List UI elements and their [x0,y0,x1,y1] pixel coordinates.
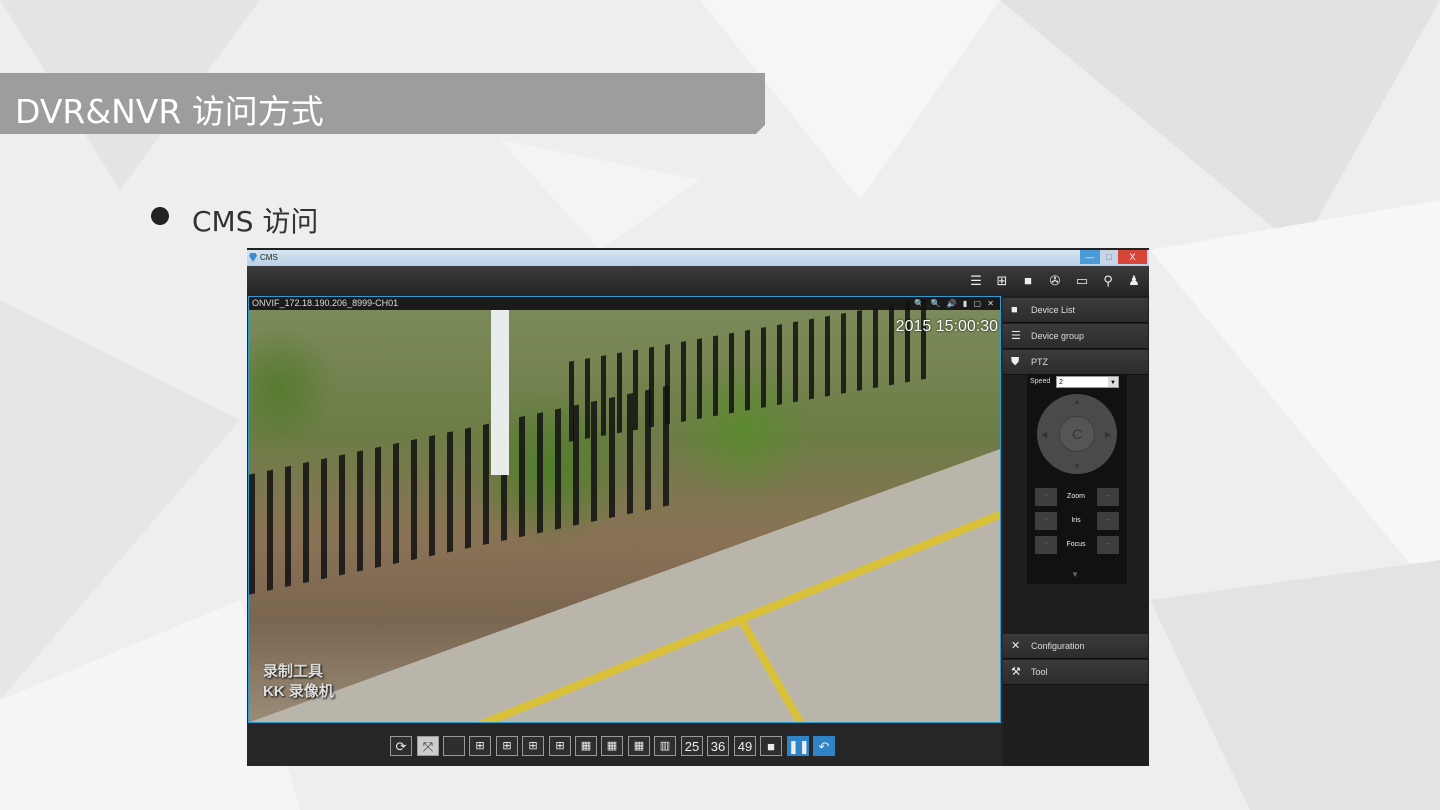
layout-16-icon[interactable]: ▦ [628,736,650,756]
panel-label: Device List [1031,305,1076,315]
shield-icon: ⛊ [1011,356,1020,368]
ptz-controls: Speed 2 ▼ ▲ ▼ ◀ ▶ C + Zoom − + Iris − + Focus −… [1027,374,1127,584]
pause-icon[interactable]: ❚❚ [787,736,810,756]
watermark-line: 录制工具 [263,663,324,680]
wrench-icon: ⚒ [1011,666,1021,678]
layout-4-icon[interactable]: ⊞ [469,736,491,756]
panel-item-ptz[interactable]: ⛊ PTZ [1003,350,1148,375]
zoom-out-button[interactable]: − [1097,488,1119,506]
channel-name: ONVIF_172.18.190.206_8999-CH01 [252,298,399,308]
slide-title: DVR&NVR 访问方式 [15,92,324,131]
camera-feed: 2015 15:00:30 录制工具 KK 录像机 [249,298,1000,722]
focus-far-button[interactable]: − [1097,536,1119,554]
main-toolbar: ☰ ⊞ ■ ✇ ▭ ⚲ ♟ [247,266,1149,296]
maximize-button[interactable]: □ [1100,250,1118,264]
tools-icon: ✕ [1011,640,1021,652]
watermark-line: KK 录像机 [263,683,334,700]
fence [569,298,929,442]
watermark: 录制工具 KK 录像机 [263,662,334,702]
zoom-label: Zoom [1067,493,1085,500]
layout-36-button[interactable]: 36 [707,736,729,756]
camera-icon[interactable]: ■ [1021,274,1035,288]
ptz-direction-pad[interactable]: ▲ ▼ ◀ ▶ C [1037,394,1117,474]
ptz-center-button[interactable]: C [1059,416,1095,452]
focus-label: Focus [1066,541,1086,548]
layout-8-icon[interactable]: ⊞ [522,736,544,756]
layout-toolbar: ⟳ ⤧ ⊞ ⊞ ⊞ ⊞ ▦ ▦ ▦ ▥ 25 36 49 ■ ❚❚ ↶ [247,723,1003,766]
close-button[interactable]: X [1118,250,1147,264]
chevron-down-icon: ▼ [1108,377,1118,387]
video-view[interactable]: ONVIF_172.18.190.206_8999-CH01 🔍 🔍 🔊 ▮ ▢ … [248,296,1001,723]
panel-label: Tool [1031,667,1048,677]
panel-item-device-list[interactable]: ■ Device List [1003,298,1148,323]
layout-25-button[interactable]: 25 [681,736,703,756]
record-camera-icon[interactable]: ■ [760,736,782,756]
layout-9-icon[interactable]: ▦ [575,736,597,756]
panel-label: Configuration [1031,641,1085,651]
panel-item-configuration[interactable]: ✕ Configuration [1003,634,1148,659]
iris-open-button[interactable]: + [1035,512,1057,530]
speed-label: Speed [1030,378,1051,385]
focus-near-button[interactable]: + [1035,536,1057,554]
list-icon[interactable]: ☰ [969,274,983,288]
bullet-text: CMS 访问 [192,205,319,238]
alarm-icon[interactable]: ♟ [1127,274,1141,288]
iris-close-button[interactable]: − [1097,512,1119,530]
layout-20-icon[interactable]: ▥ [654,736,676,756]
panel-item-tool[interactable]: ⚒ Tool [1003,660,1148,685]
layout-1-icon[interactable] [443,736,465,756]
layout-10-icon[interactable]: ⊞ [549,736,571,756]
speed-select[interactable]: 2 ▼ [1056,376,1119,388]
arrow-right-icon[interactable]: ▶ [1105,430,1111,439]
window-titlebar: CMS — □ X [247,248,1149,266]
monitor-icon[interactable]: ▭ [1075,274,1089,288]
cycle-icon[interactable]: ⟳ [390,736,412,756]
layout-49-button[interactable]: 49 [734,736,756,756]
curb-line [737,616,809,722]
zoom-in-button[interactable]: + [1035,488,1057,506]
cms-screenshot: CMS — □ X ☰ ⊞ ■ ✇ ▭ ⚲ ♟ ONVIF_172.18.190… [247,248,1149,766]
layout-13-icon[interactable]: ▦ [601,736,623,756]
panel-label: Device group [1031,331,1085,341]
app-icon [249,253,257,262]
window-title: CMS [260,253,278,262]
key-icon[interactable]: ⚲ [1101,274,1115,288]
panel-label: PTZ [1031,357,1048,367]
minimize-button[interactable]: — [1080,250,1100,264]
right-panel: ■ Device List ☰ Device group ⛊ PTZ Speed 2 ▼… [1003,296,1149,766]
bullet-dot [151,207,169,225]
arrow-up-icon[interactable]: ▲ [1073,397,1081,406]
back-icon[interactable]: ↶ [813,736,835,756]
pole [491,310,509,475]
reel-icon[interactable]: ✇ [1048,274,1062,288]
arrow-down-icon[interactable]: ▼ [1073,462,1081,471]
slide-title-bar: DVR&NVR 访问方式 [0,73,765,134]
panel-item-device-group[interactable]: ☰ Device group [1003,324,1148,349]
fullscreen-icon[interactable]: ⤧ [417,736,439,756]
arrow-left-icon[interactable]: ◀ [1041,430,1047,439]
network-icon[interactable]: ⊞ [995,274,1009,288]
iris-label: Iris [1071,517,1081,524]
layout-6-icon[interactable]: ⊞ [496,736,518,756]
speed-value: 2 [1059,379,1063,386]
timestamp-overlay: 2015 15:00:30 [895,318,998,335]
expand-down-icon[interactable]: ▼ [1071,570,1079,579]
camera-icon: ■ [1011,304,1018,316]
list-icon: ☰ [1011,330,1021,342]
